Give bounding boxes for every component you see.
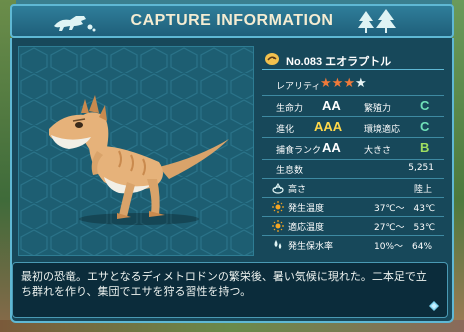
adapt-temp-label: 適応温度 bbox=[288, 223, 325, 233]
population-label: 生息数 bbox=[276, 166, 304, 176]
stat-label-fertility: 繁殖力 bbox=[364, 104, 392, 114]
height-row: 高さ 陸上 bbox=[262, 179, 444, 197]
birth-temp-row: 発生温度 37℃～ 43℃ bbox=[262, 198, 444, 216]
stat-label-vitality: 生命力 bbox=[276, 104, 304, 114]
rarity-row: レアリティ ★★★★ bbox=[262, 76, 444, 94]
rarity-star-filled: ★ bbox=[331, 76, 344, 91]
height-label: 高さ bbox=[288, 185, 307, 195]
divider bbox=[262, 116, 444, 117]
creature-id-icon bbox=[265, 53, 279, 65]
stat-row: 生命力 AA 繁殖力 C bbox=[262, 98, 444, 116]
rarity-star-filled: ★ bbox=[343, 76, 355, 91]
stat-value-size: B bbox=[420, 140, 430, 155]
stat-value-evolution: AAA bbox=[314, 119, 343, 134]
capture-screen: CAPTURE INFORMATION No.083 エオラプトル レアリティ … bbox=[0, 0, 464, 332]
creature-image bbox=[49, 95, 229, 225]
water-value: 10%～ 64% bbox=[374, 242, 433, 252]
rarity-star-empty: ★ bbox=[354, 76, 367, 91]
population-value: 5,251 bbox=[408, 163, 434, 173]
height-value: 陸上 bbox=[413, 185, 432, 195]
terrain-icon bbox=[272, 182, 284, 194]
stat-label-adaptation: 環境適応 bbox=[364, 125, 401, 135]
sun-icon bbox=[272, 201, 284, 213]
stat-value-adaptation: C bbox=[420, 119, 430, 134]
birth-temp-value: 37℃～ 43℃ bbox=[374, 204, 436, 214]
divider bbox=[262, 137, 444, 138]
creature-image-frame bbox=[18, 46, 254, 256]
tree-logo-icon bbox=[358, 9, 396, 33]
stat-value-predation: AA bbox=[322, 140, 341, 155]
divider bbox=[262, 95, 444, 96]
adapt-temp-value: 27℃～ 53℃ bbox=[374, 223, 436, 233]
stat-label-evolution: 進化 bbox=[276, 125, 295, 135]
adapt-temp-row: 適応温度 27℃～ 53℃ bbox=[262, 217, 444, 235]
description-text: 最初の恐竜。エサとなるディメトロドンの繁栄後、暑い気候に現れた。二本足で立ち群れ… bbox=[21, 270, 427, 298]
creature-id-row: No.083 エオラプトル bbox=[262, 50, 444, 70]
water-drop-icon bbox=[274, 240, 282, 249]
creature-id-name: No.083 エオラプトル bbox=[286, 56, 392, 68]
stat-label-predation: 捕食ランク bbox=[276, 146, 322, 156]
header-bar: CAPTURE INFORMATION bbox=[10, 4, 454, 38]
water-row: 発生保水率 10%～ 64% bbox=[262, 236, 444, 254]
rarity-label: レアリティ bbox=[276, 82, 321, 92]
water-label: 発生保水率 bbox=[288, 242, 334, 252]
stat-value-vitality: AA bbox=[322, 98, 341, 113]
population-row: 生息数 5,251 bbox=[262, 160, 444, 178]
stat-row: 進化 AAA 環境適応 C bbox=[262, 119, 444, 137]
diamond-icon[interactable] bbox=[429, 301, 439, 311]
stat-row: 捕食ランク AA 大きさ B bbox=[262, 140, 444, 158]
stat-label-size: 大きさ bbox=[364, 146, 392, 156]
description-box: 最初の恐竜。エサとなるディメトロドンの繁栄後、暑い気候に現れた。二本足で立ち群れ… bbox=[12, 262, 448, 318]
creature-info: No.083 エオラプトル レアリティ ★★★★ 生命力 AA 繁殖力 C 進化… bbox=[262, 46, 444, 256]
birth-temp-label: 発生温度 bbox=[288, 204, 325, 214]
rarity-star-filled: ★ bbox=[320, 76, 332, 91]
stat-value-fertility: C bbox=[420, 98, 430, 113]
rarity-stars: ★★★★ bbox=[320, 76, 367, 91]
sun-icon bbox=[272, 220, 284, 232]
